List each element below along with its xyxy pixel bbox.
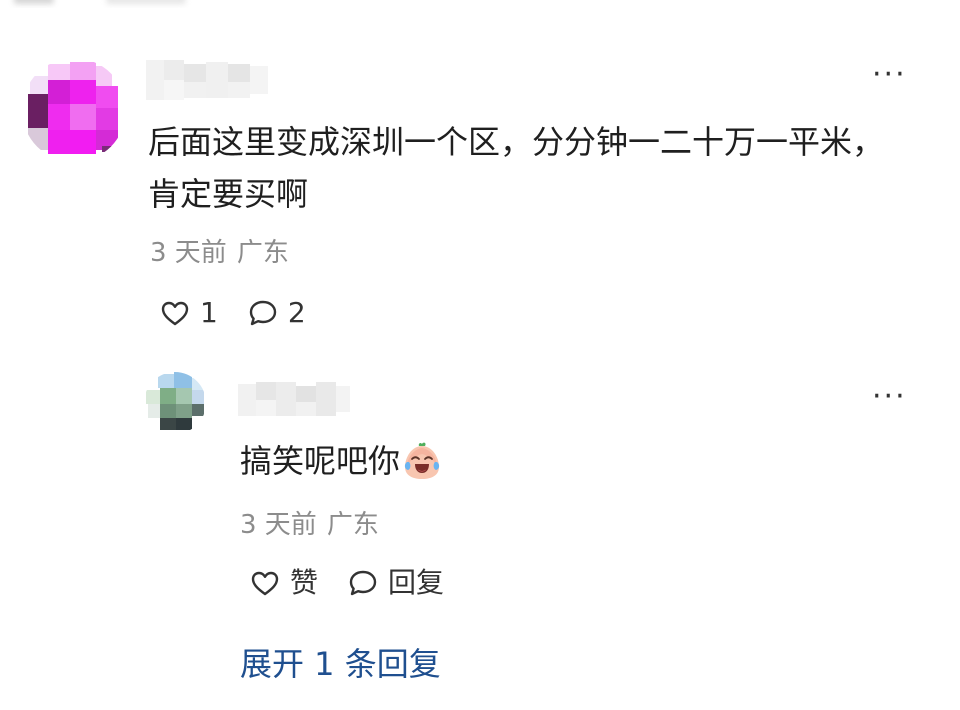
reply-item: ··· 搞笑呢吧你 3 天前 广东 赞 回复 展开 1 条回复 [0, 0, 960, 690]
replier-name-blurred[interactable] [238, 378, 350, 422]
reply-text-line: 搞笑呢吧你 [240, 438, 442, 484]
pixelated-avatar-image [144, 372, 206, 434]
reply-reply-button[interactable]: 回复 [346, 566, 444, 600]
reply-meta: 3 天前 广东 [240, 508, 379, 542]
reply-reply-label: 回复 [388, 566, 445, 599]
expand-replies-link[interactable]: 展开 1 条回复 [240, 642, 441, 686]
replier-avatar[interactable] [144, 372, 206, 434]
reply-location: 广东 [326, 510, 379, 540]
reply-time: 3 天前 [240, 510, 317, 540]
comment-thread-page: ··· 后面这里变成深圳一个区，分分钟一二十万一平米，肯定要买啊 3 天前 广东 … [0, 0, 960, 710]
reply-like-button[interactable]: 赞 [248, 566, 318, 600]
reply-more-icon[interactable]: ··· [872, 382, 907, 412]
reply-actions: 赞 回复 [248, 566, 444, 600]
reply-like-label: 赞 [290, 566, 319, 599]
reply-text: 搞笑呢吧你 [240, 442, 401, 480]
heart-outline-icon [248, 566, 282, 600]
speech-bubble-outline-icon [346, 566, 380, 600]
crying-laughing-face-emoji [404, 442, 440, 479]
